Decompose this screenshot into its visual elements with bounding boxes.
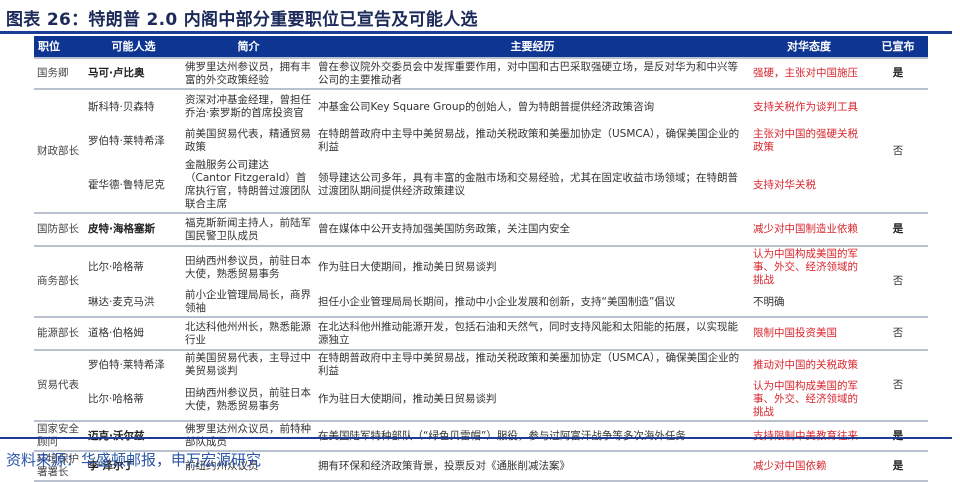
candidate-intro: 北达科他州州长，熟悉能源行业 <box>182 316 315 350</box>
candidate-name: 马可·卢比奥 <box>85 57 182 89</box>
bottom-divider <box>0 437 952 439</box>
figure-title: 图表 26：特朗普 2.0 内阁中部分重要职位已宣告及可能人选 <box>6 10 478 30</box>
table-row: 能源部长 道格·伯格姆 北达科他州州长，熟悉能源行业 在北达科他州推动能源开发，包括石… <box>34 316 928 350</box>
candidate-name: 比尔·哈格蒂 <box>88 393 144 405</box>
candidate-intro: 佛罗里达州众议员，前特种部队成员 <box>182 420 315 451</box>
table-row: 国防部长 皮特·海格塞斯 福克斯新闻主持人，前陆军国民警卫队成员 曾在媒体中公开支持加… <box>34 212 928 246</box>
announced-status: 否 <box>868 349 928 421</box>
candidate-name: 霍华德·鲁特尼克 <box>88 178 165 191</box>
position-cell: 贸易代表 <box>34 349 85 421</box>
candidate-experience: 拥有环保和经济政策背景，投票反对《通胀削减法案》 <box>315 450 750 482</box>
table-header: 职位 可能人选 简介 主要经历 对华态度 已宣布 <box>34 36 928 58</box>
china-attitude: 认为中国构成美国的军事、外交、经济领域的挑战 <box>750 245 868 288</box>
header-intro: 简介 <box>182 36 315 58</box>
candidate-intro: 前美国贸易代表，精通贸易政策 <box>185 128 311 153</box>
china-attitude: 减少对中国依赖 <box>750 450 868 482</box>
announced-status: 否 <box>868 88 928 213</box>
candidate-name: 斯科特·贝森特 <box>85 88 182 124</box>
china-attitude: 认为中国构成美国的军事、外交、经济领域的挑战 <box>753 380 858 418</box>
candidate-experience: 在特朗普政府中主导中美贸易战，推动关税政策和美墨加协定（USMCA），确保美国企… <box>318 128 740 153</box>
candidate-name: 罗伯特·莱特希泽 <box>88 134 165 147</box>
candidate-name: 迈克·沃尔兹 <box>85 420 182 451</box>
candidate-experience: 担任小企业管理局局长期间，推动中小企业发展和创新，支持“美国制造”倡议 <box>318 295 676 308</box>
header-attitude: 对华态度 <box>750 36 868 58</box>
china-attitude: 不明确 <box>753 295 785 308</box>
china-attitude: 推动对中国的关税政策 <box>750 349 868 379</box>
candidate-name: 比尔·哈格蒂 <box>85 245 182 288</box>
candidate-experience: 在美国陆军特种部队（“绿色贝雷帽”）服役，参与过阿富汗战争等多次海外任务 <box>315 420 750 451</box>
china-attitude: 支持关税作为谈判工具 <box>750 88 868 124</box>
table-row: 国务卿 马可·卢比奥 佛罗里达州参议员，拥有丰富的外交政策经验 曾在参议院外交委员会中… <box>34 57 928 89</box>
candidate-experience: 领导建达公司多年，具有丰富的金融市场和交易经验，尤其在固定收益市场领域；在特朗普… <box>318 172 738 197</box>
source-note: 资料来源：华盛顿邮报，申万宏源研究 <box>6 451 262 469</box>
announced-status: 否 <box>868 316 928 350</box>
candidate-name: 罗伯特·莱特希泽 <box>85 349 182 379</box>
candidate-name: 琳达·麦克马洪 <box>88 295 155 308</box>
header-experience: 主要经历 <box>315 36 750 58</box>
position-cell: 能源部长 <box>34 316 85 350</box>
candidate-experience: 在北达科他州推动能源开发，包括石油和天然气，同时支持风能和太阳能的拓展，以实现能… <box>315 316 750 350</box>
position-cell: 商务部长 <box>34 245 85 317</box>
candidate-experience: 曾在参议院外交委员会中发挥重要作用，对中国和古巴采取强硬立场，是反对华为和中兴等… <box>315 57 750 89</box>
table-row: 罗伯特·莱特希泽 前美国贸易代表，精通贸易政策 在特朗普政府中主导中美贸易战，推动关… <box>34 124 928 158</box>
table-row: 比尔·哈格蒂 田纳西州参议员，前驻日本大使，熟悉贸易事务 作为驻日大使期间，推动美日… <box>34 379 928 421</box>
candidate-intro: 前小企业管理局局长，商界领袖 <box>185 289 311 314</box>
china-attitude: 支持对华关税 <box>753 178 816 191</box>
position-cell: 财政部长 <box>34 88 85 213</box>
announced-status: 是 <box>868 212 928 246</box>
candidate-intro: 金融服务公司建达（Cantor Fitzgerald）首席执行官，特朗普过渡团队… <box>185 159 311 210</box>
cabinet-table: 职位 可能人选 简介 主要经历 对华态度 已宣布 国务卿 马可·卢比奥 佛罗里达州参… <box>34 36 928 482</box>
position-cell: 国家安全顾问 <box>34 420 85 451</box>
candidate-experience: 在特朗普政府中主导中美贸易战，推动关税政策和美墨加协定（USMCA），确保美国企… <box>315 349 750 379</box>
header-candidate: 可能人选 <box>85 36 182 58</box>
announced-status: 是 <box>868 420 928 451</box>
china-attitude: 减少对中国制造业依赖 <box>750 212 868 246</box>
china-attitude: 主张对中国的强硬关税政策 <box>753 128 858 153</box>
candidate-experience: 曾在媒体中公开支持加强美国防务政策，关注国内安全 <box>315 212 750 246</box>
china-attitude: 支持限制中美教育往来 <box>750 420 868 451</box>
candidate-intro: 资深对冲基金经理，曾担任乔治·索罗斯的首席投资官 <box>182 88 315 124</box>
table-row: 贸易代表 罗伯特·莱特希泽 前美国贸易代表，主导过中美贸易谈判 在特朗普政府中主导中美… <box>34 349 928 421</box>
position-cell: 国防部长 <box>34 212 85 246</box>
candidate-intro: 前美国贸易代表，主导过中美贸易谈判 <box>182 349 315 379</box>
announced-status: 是 <box>868 57 928 89</box>
candidate-name: 皮特·海格塞斯 <box>85 212 182 246</box>
china-attitude: 强硬，主张对中国施压 <box>750 57 868 89</box>
candidate-intro: 田纳西州参议员，前驻日本大使，熟悉贸易事务 <box>185 386 311 412</box>
table-row: 霍华德·鲁特尼克 金融服务公司建达（Cantor Fitzgerald）首席执行官… <box>34 158 928 213</box>
header-position: 职位 <box>34 36 85 58</box>
table-row: 财政部长 斯科特·贝森特 资深对冲基金经理，曾担任乔治·索罗斯的首席投资官 冲基金公司… <box>34 88 928 213</box>
announced-status: 否 <box>868 245 928 317</box>
china-attitude: 限制中国投资美国 <box>750 316 868 350</box>
announced-status: 是 <box>868 450 928 482</box>
header-announced: 已宣布 <box>868 36 928 58</box>
candidate-experience: 冲基金公司Key Square Group的创始人，曾为特朗普提供经济政策咨询 <box>315 88 750 124</box>
table-row: 商务部长 比尔·哈格蒂 田纳西州参议员，前驻日本大使，熟悉贸易事务 作为驻日大使期间，… <box>34 245 928 317</box>
candidate-experience: 作为驻日大使期间，推动美日贸易谈判 <box>315 245 750 288</box>
candidate-intro: 福克斯新闻主持人，前陆军国民警卫队成员 <box>182 212 315 246</box>
candidate-intro: 田纳西州参议员，前驻日本大使，熟悉贸易事务 <box>182 245 315 288</box>
candidate-experience: 作为驻日大使期间，推动美日贸易谈判 <box>318 393 497 405</box>
table-row: 国家安全顾问 迈克·沃尔兹 佛罗里达州众议员，前特种部队成员 在美国陆军特种部队（“绿… <box>34 420 928 451</box>
candidate-name: 道格·伯格姆 <box>85 316 182 350</box>
position-cell: 国务卿 <box>34 57 85 89</box>
table-row: 琳达·麦克马洪 前小企业管理局局长，商界领袖 担任小企业管理局局长期间，推动中小企业… <box>34 288 928 317</box>
candidate-intro: 佛罗里达州参议员，拥有丰富的外交政策经验 <box>182 57 315 89</box>
top-divider <box>0 31 952 34</box>
